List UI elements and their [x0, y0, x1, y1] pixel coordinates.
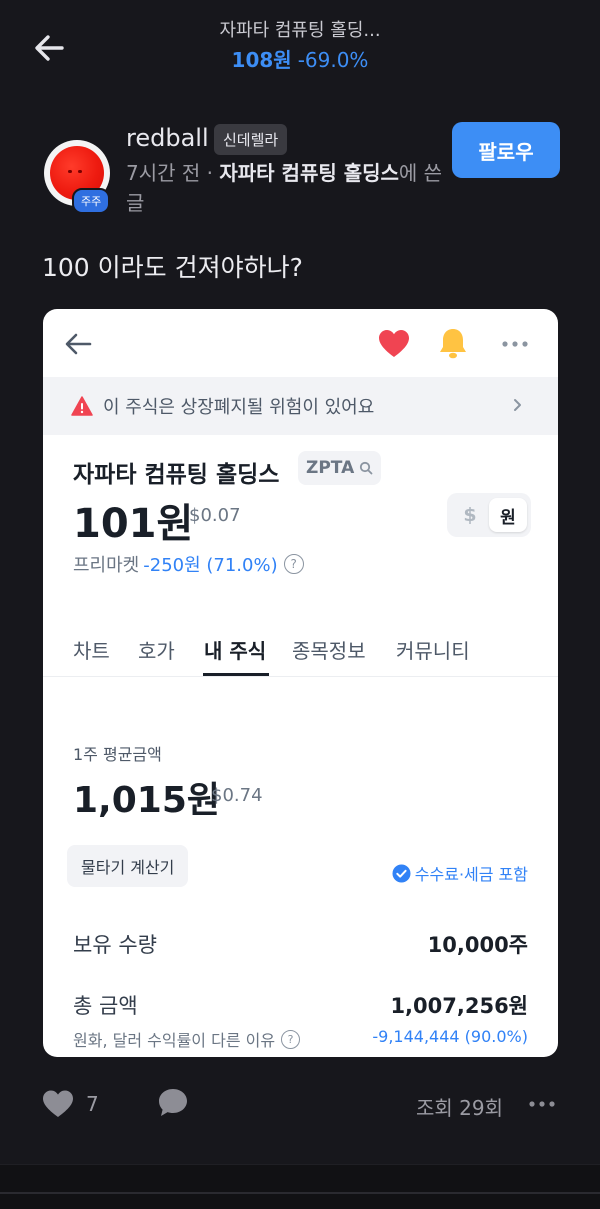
- post-meta: 7시간 전 · 자파타 컴퓨팅 홀딩스에 쓴 글: [126, 158, 456, 218]
- active-tab-indicator: [203, 673, 269, 676]
- tab-chart: 차트: [73, 639, 110, 663]
- premarket-change: -250원 (71.0%): [143, 555, 278, 576]
- username[interactable]: redball: [126, 124, 209, 152]
- currency-toggle: $ 원: [447, 493, 531, 537]
- post-actions: 7 조회 29회: [0, 1080, 600, 1128]
- stock-name: 자파타 컴퓨팅 홀딩스: [73, 462, 280, 488]
- like-button[interactable]: 7: [42, 1086, 112, 1122]
- premarket-label: 프리마켓: [73, 555, 140, 576]
- holdings-value: 10,000주: [427, 933, 528, 957]
- post-author: 주주 redball 신데렐라 7시간 전 · 자파타 컴퓨팅 홀딩스에 쓴 글…: [44, 120, 564, 230]
- more-icon[interactable]: [524, 1092, 560, 1116]
- stock-price: 108원: [231, 48, 292, 72]
- bottom-bar: [0, 1164, 600, 1209]
- usd-toggle-option: $: [463, 504, 477, 526]
- avg-price-usd: $0.74: [211, 785, 263, 806]
- krw-toggle-option: 원: [489, 498, 527, 532]
- comment-bubble-icon: [159, 1089, 187, 1116]
- tier-badge: 신데렐라: [214, 124, 288, 155]
- comment-button[interactable]: [156, 1086, 192, 1122]
- averaging-calculator-button: 물타기 계산기: [67, 845, 189, 887]
- heart-icon: [43, 1090, 73, 1117]
- post-time: 7시간 전: [126, 161, 201, 185]
- tab-community: 커뮤니티: [396, 639, 470, 663]
- holdings-label: 보유 수량: [73, 933, 157, 957]
- fee-note-text: 수수료·세금 포함: [414, 865, 528, 884]
- help-icon: ?: [281, 1029, 301, 1049]
- tab-my-stock: 내 주식: [204, 639, 267, 663]
- heart-icon: [379, 330, 409, 357]
- stock-change: -69.0%: [297, 48, 369, 72]
- tab-orderbook: 호가: [138, 639, 175, 663]
- stock-price-summary: 108원 -69.0%: [0, 44, 600, 73]
- fee-included-note: 수수료·세금 포함: [392, 861, 528, 885]
- fx-return-note: 원화, 달러 수익률이 다른 이유 ?: [73, 1027, 301, 1051]
- avg-price-label: 1주 평균금액: [73, 745, 162, 764]
- check-circle-icon: [392, 864, 411, 882]
- back-arrow-icon: [65, 333, 92, 355]
- stock-tabs: 차트 호가 내 주식 종목정보 커뮤니티: [43, 627, 558, 677]
- total-amount-value: 1,007,256원: [390, 994, 528, 1018]
- premarket-info: 프리마켓 -250원 (71.0%) ?: [73, 551, 304, 577]
- delisting-warning-banner: 이 주식은 상장폐지될 위험이 있어요: [43, 377, 558, 435]
- bell-icon: [440, 329, 466, 359]
- attached-screenshot[interactable]: 이 주식은 상장폐지될 위험이 있어요 자파타 컴퓨팅 홀딩스 ZPTA 101…: [43, 309, 558, 1057]
- help-icon: ?: [283, 554, 304, 574]
- current-price-usd: $0.07: [189, 505, 241, 526]
- fx-return-note-text: 원화, 달러 수익률이 다른 이유: [73, 1031, 276, 1050]
- top-bar: 자파타 컴퓨팅 홀딩... 108원 -69.0%: [0, 0, 600, 92]
- view-count: 조회 29회: [416, 1096, 504, 1120]
- warning-text: 이 주식은 상장폐지될 위험이 있어요: [103, 397, 375, 418]
- meta-separator: ·: [206, 161, 214, 185]
- ticker-chip: ZPTA: [298, 451, 382, 485]
- follow-button[interactable]: 팔로우: [452, 122, 560, 178]
- current-price: 101원: [73, 501, 194, 547]
- profit-loss-value: -9,144,444 (90.0%): [372, 1027, 528, 1046]
- total-amount-label: 총 금액: [73, 994, 138, 1018]
- post-body: 100 이라도 건져야하나?: [42, 253, 303, 282]
- shareholder-badge: 주주: [72, 188, 111, 214]
- chevron-right-icon: [514, 399, 521, 411]
- like-count: 7: [86, 1092, 99, 1116]
- avg-price: 1,015원: [73, 780, 220, 821]
- stock-title: 자파타 컴퓨팅 홀딩...: [219, 20, 381, 41]
- tab-stock-info: 종목정보: [292, 639, 366, 663]
- search-icon: [360, 461, 373, 475]
- ticker-symbol: ZPTA: [306, 458, 355, 478]
- post-stock-link[interactable]: 자파타 컴퓨팅 홀딩스: [219, 161, 399, 185]
- more-icon: [502, 341, 528, 347]
- screenshot-nav-bar: [43, 309, 558, 377]
- warning-triangle-icon: [71, 396, 93, 416]
- bottom-divider: [0, 1192, 600, 1194]
